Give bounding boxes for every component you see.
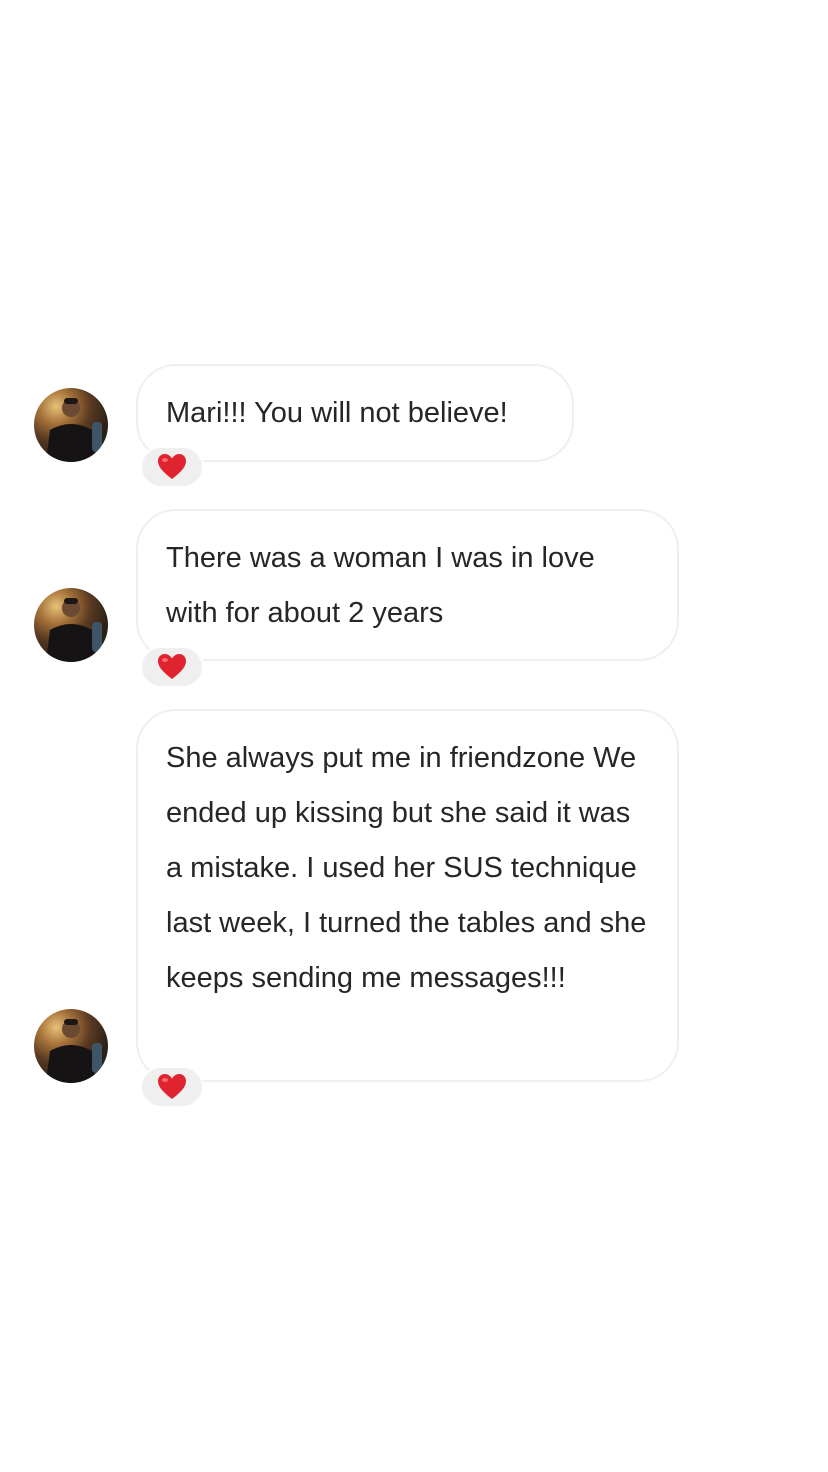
sender-avatar[interactable] — [34, 1009, 108, 1083]
heart-emoji-icon — [158, 654, 186, 679]
reaction-badge[interactable] — [140, 446, 204, 488]
message-bubble[interactable]: There was a woman I was in love with for… — [136, 509, 679, 661]
chat-thread: Mari!!! You will not believe! There was … — [0, 0, 828, 1472]
heart-emoji-icon — [158, 454, 186, 479]
message-text: Mari!!! You will not believe! — [166, 397, 508, 429]
message-text: There was a woman I was in love with for… — [166, 542, 595, 629]
reaction-badge[interactable] — [140, 646, 204, 688]
message-bubble[interactable]: Mari!!! You will not believe! — [136, 364, 574, 462]
sender-avatar[interactable] — [34, 388, 108, 462]
reaction-badge[interactable] — [140, 1066, 204, 1108]
message-text: She always put me in friendzone We ended… — [166, 742, 647, 994]
message-bubble[interactable]: She always put me in friendzone We ended… — [136, 709, 679, 1082]
heart-emoji-icon — [158, 1074, 186, 1099]
sender-avatar[interactable] — [34, 588, 108, 662]
